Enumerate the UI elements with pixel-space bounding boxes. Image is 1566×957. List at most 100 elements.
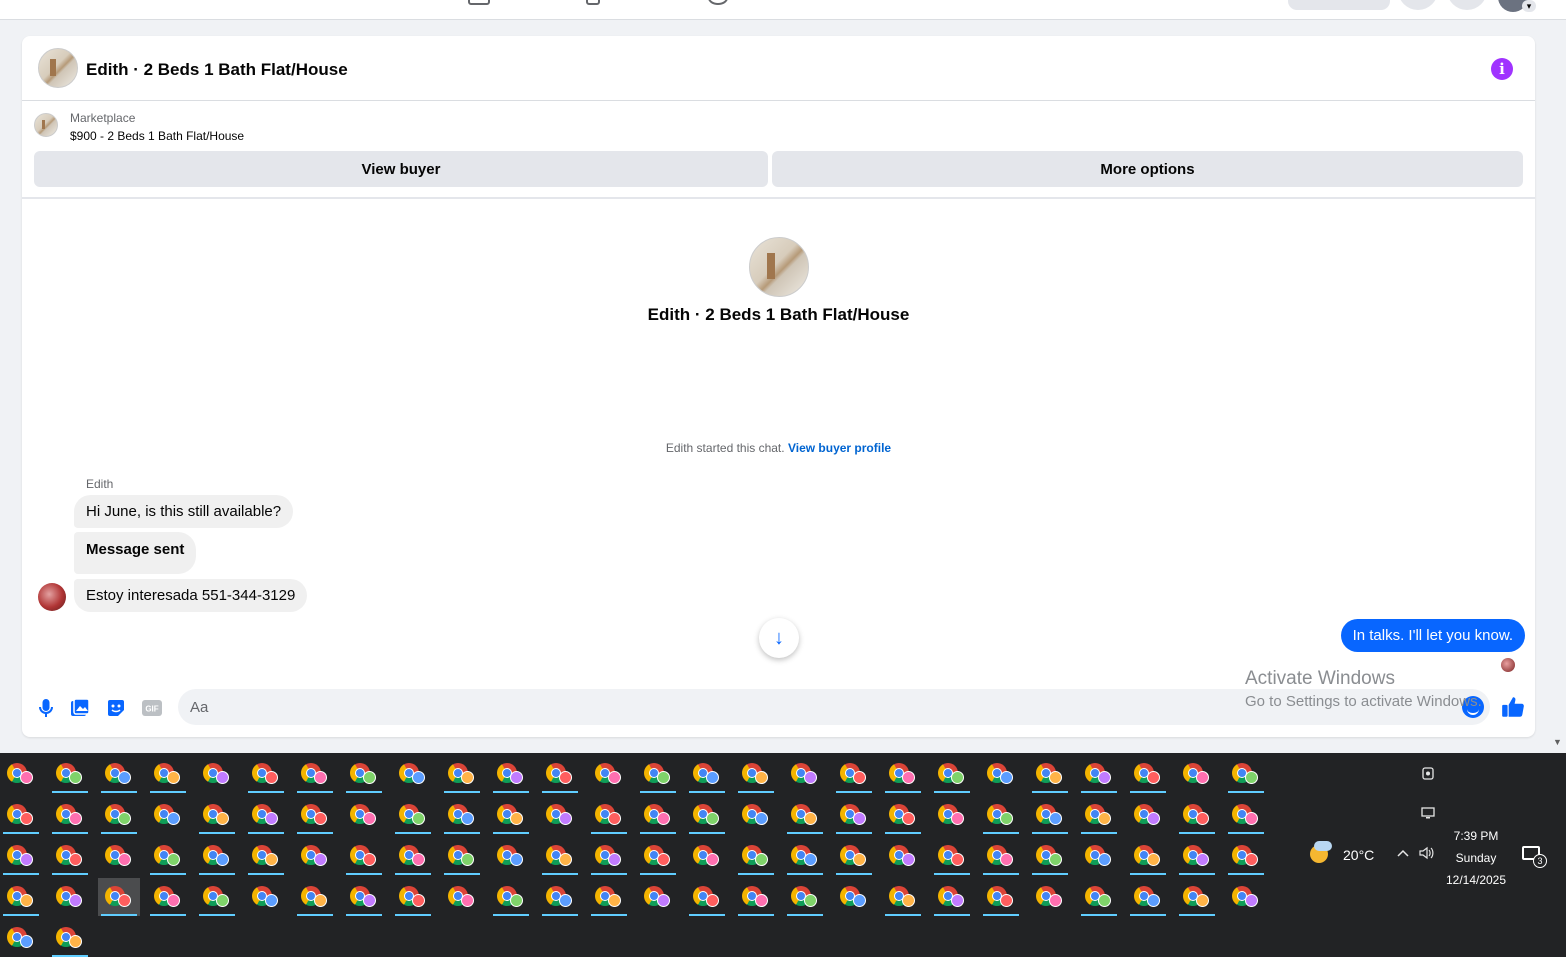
chrome-profile-taskbar-icon[interactable]	[49, 878, 91, 916]
chrome-profile-taskbar-icon[interactable]	[490, 796, 532, 834]
weather-temperature[interactable]: 20°C	[1343, 847, 1374, 863]
chrome-profile-taskbar-icon[interactable]	[1225, 755, 1267, 793]
menu-grid-button[interactable]	[1398, 0, 1438, 10]
notification-center-icon[interactable]: 3	[1522, 846, 1547, 868]
speaker-icon[interactable]	[1418, 845, 1436, 861]
info-icon[interactable]: i	[1491, 58, 1513, 80]
gif-icon[interactable]: GIF	[140, 696, 164, 720]
chrome-profile-taskbar-icon[interactable]	[735, 837, 777, 875]
conversation-avatar[interactable]	[748, 237, 809, 297]
chrome-profile-taskbar-icon[interactable]	[98, 878, 140, 916]
chrome-profile-taskbar-icon[interactable]	[392, 755, 434, 793]
chrome-profile-taskbar-icon[interactable]	[441, 837, 483, 875]
listing-thumbnail[interactable]	[34, 113, 58, 137]
chrome-profile-taskbar-icon[interactable]	[588, 755, 630, 793]
chrome-profile-taskbar-icon[interactable]	[196, 796, 238, 834]
chrome-profile-taskbar-icon[interactable]	[294, 796, 336, 834]
message-bubble[interactable]: Hi June, is this still available?	[74, 495, 294, 528]
chrome-profile-taskbar-icon[interactable]	[784, 878, 826, 916]
mic-icon[interactable]	[34, 696, 58, 720]
chrome-profile-taskbar-icon[interactable]	[147, 837, 189, 875]
chrome-profile-taskbar-icon[interactable]	[1078, 878, 1120, 916]
chrome-profile-taskbar-icon[interactable]	[931, 878, 973, 916]
chrome-profile-taskbar-icon[interactable]	[637, 796, 679, 834]
chrome-profile-taskbar-icon[interactable]	[833, 878, 875, 916]
chrome-profile-taskbar-icon[interactable]	[882, 837, 924, 875]
chrome-profile-taskbar-icon[interactable]	[1176, 837, 1218, 875]
taskbar-clock[interactable]: 7:39 PM Sunday 12/14/2025	[1436, 825, 1516, 891]
chrome-profile-taskbar-icon[interactable]	[392, 837, 434, 875]
chrome-profile-taskbar-icon[interactable]	[588, 878, 630, 916]
chrome-profile-taskbar-icon[interactable]	[490, 837, 532, 875]
chrome-profile-taskbar-icon[interactable]	[147, 796, 189, 834]
chrome-profile-taskbar-icon[interactable]	[1225, 837, 1267, 875]
chat-title[interactable]: Edith · 2 Beds 1 Bath Flat/House	[86, 60, 348, 80]
chrome-profile-taskbar-icon[interactable]	[245, 837, 287, 875]
chrome-profile-taskbar-icon[interactable]	[539, 796, 581, 834]
outgoing-message-bubble[interactable]: In talks. I'll let you know.	[1340, 619, 1525, 652]
more-options-button[interactable]: More options	[772, 151, 1523, 187]
chrome-profile-taskbar-icon[interactable]	[245, 796, 287, 834]
chrome-profile-taskbar-icon[interactable]	[539, 755, 581, 793]
message-bubble[interactable]: Message sent	[74, 532, 197, 574]
chrome-profile-taskbar-icon[interactable]	[1127, 796, 1169, 834]
notifications-button[interactable]	[1447, 0, 1487, 10]
chrome-profile-taskbar-icon[interactable]	[1127, 837, 1169, 875]
chrome-profile-taskbar-icon[interactable]	[0, 837, 42, 875]
sticker-icon[interactable]	[104, 696, 128, 720]
chrome-profile-taskbar-icon[interactable]	[245, 878, 287, 916]
chrome-profile-taskbar-icon[interactable]	[98, 755, 140, 793]
chrome-profile-taskbar-icon[interactable]	[490, 878, 532, 916]
chrome-profile-taskbar-icon[interactable]	[784, 755, 826, 793]
chrome-profile-taskbar-icon[interactable]	[196, 878, 238, 916]
chrome-profile-taskbar-icon[interactable]	[196, 755, 238, 793]
chrome-profile-taskbar-icon[interactable]	[882, 755, 924, 793]
view-buyer-profile-link[interactable]: View buyer profile	[788, 441, 891, 455]
chrome-profile-taskbar-icon[interactable]	[49, 837, 91, 875]
message-bubble[interactable]: Estoy interesada 551-344-3129	[74, 579, 308, 612]
chrome-profile-taskbar-icon[interactable]	[931, 755, 973, 793]
chrome-profile-taskbar-icon[interactable]	[343, 837, 385, 875]
chrome-profile-taskbar-icon[interactable]	[49, 796, 91, 834]
chrome-profile-taskbar-icon[interactable]	[245, 755, 287, 793]
view-buyer-button[interactable]: View buyer	[34, 151, 768, 187]
chrome-profile-taskbar-icon[interactable]	[343, 878, 385, 916]
chrome-profile-taskbar-icon[interactable]	[392, 796, 434, 834]
page-scroll-down-arrow[interactable]: ▼	[1553, 737, 1562, 747]
chrome-profile-taskbar-icon[interactable]	[0, 796, 42, 834]
chrome-profile-taskbar-icon[interactable]	[735, 796, 777, 834]
listing-avatar[interactable]	[38, 48, 78, 88]
chrome-profile-taskbar-icon[interactable]	[490, 755, 532, 793]
chrome-profile-taskbar-icon[interactable]	[1078, 837, 1120, 875]
chrome-profile-taskbar-icon[interactable]	[1029, 878, 1071, 916]
chrome-profile-taskbar-icon[interactable]	[343, 796, 385, 834]
chrome-profile-taskbar-icon[interactable]	[343, 755, 385, 793]
chrome-profile-taskbar-icon[interactable]	[1127, 878, 1169, 916]
chrome-profile-taskbar-icon[interactable]	[196, 837, 238, 875]
network-icon[interactable]	[1420, 805, 1436, 821]
chrome-profile-taskbar-icon[interactable]	[1029, 755, 1071, 793]
chrome-profile-taskbar-icon[interactable]	[49, 919, 91, 957]
chrome-profile-taskbar-icon[interactable]	[931, 796, 973, 834]
chrome-profile-taskbar-icon[interactable]	[735, 755, 777, 793]
chrome-profile-taskbar-icon[interactable]	[637, 878, 679, 916]
weather-icon[interactable]	[1310, 841, 1334, 865]
gaming-nav-icon[interactable]	[708, 0, 728, 5]
chrome-profile-taskbar-icon[interactable]	[441, 878, 483, 916]
chrome-profile-taskbar-icon[interactable]	[1029, 796, 1071, 834]
chrome-profile-taskbar-icon[interactable]	[686, 837, 728, 875]
chrome-profile-taskbar-icon[interactable]	[98, 837, 140, 875]
chrome-profile-taskbar-icon[interactable]	[294, 755, 336, 793]
chrome-profile-taskbar-icon[interactable]	[588, 796, 630, 834]
chrome-profile-taskbar-icon[interactable]	[1176, 878, 1218, 916]
chrome-profile-taskbar-icon[interactable]	[833, 837, 875, 875]
chrome-profile-taskbar-icon[interactable]	[147, 878, 189, 916]
chrome-profile-taskbar-icon[interactable]	[147, 755, 189, 793]
chrome-profile-taskbar-icon[interactable]	[980, 837, 1022, 875]
chrome-profile-taskbar-icon[interactable]	[1176, 755, 1218, 793]
chrome-profile-taskbar-icon[interactable]	[294, 837, 336, 875]
marketplace-nav-icon[interactable]	[468, 0, 490, 5]
find-friends-pill[interactable]	[1288, 0, 1390, 10]
chrome-profile-taskbar-icon[interactable]	[98, 796, 140, 834]
listing-price-title[interactable]: $900 - 2 Beds 1 Bath Flat/House	[70, 129, 244, 143]
